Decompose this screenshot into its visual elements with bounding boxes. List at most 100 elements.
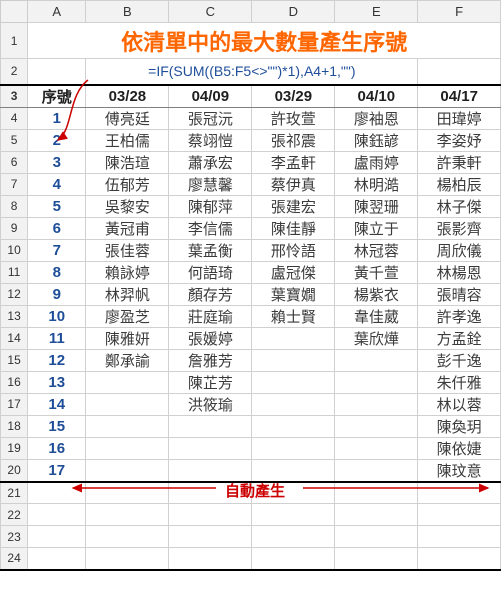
cell-seq[interactable]: 5 <box>28 195 86 217</box>
cell-name[interactable]: 葉寶嫺 <box>252 283 335 305</box>
cell-name[interactable]: 張祁震 <box>252 129 335 151</box>
formula-cell[interactable]: =IF(SUM((B5:F5<>"")*1),A4+1,"") <box>86 59 418 85</box>
cell-name[interactable]: 李信儒 <box>169 217 252 239</box>
row-header[interactable]: 6 <box>1 151 28 173</box>
cell-seq[interactable]: 15 <box>28 415 86 437</box>
cell-seq[interactable]: 1 <box>28 107 86 129</box>
row-header[interactable]: 5 <box>1 129 28 151</box>
row-header[interactable]: 11 <box>1 261 28 283</box>
col-header-C[interactable]: C <box>169 1 252 23</box>
cell-name[interactable]: 朱仟雅 <box>418 371 501 393</box>
cell[interactable] <box>86 548 169 570</box>
cell[interactable] <box>86 504 169 526</box>
cell-name[interactable] <box>335 349 418 371</box>
header-date[interactable]: 03/28 <box>86 85 169 108</box>
cell[interactable] <box>28 59 86 85</box>
cell-name[interactable]: 陳佳靜 <box>252 217 335 239</box>
cell-name[interactable] <box>252 371 335 393</box>
cell-name[interactable]: 陳雅妍 <box>86 327 169 349</box>
cell-name[interactable]: 方孟銓 <box>418 327 501 349</box>
cell-name[interactable] <box>335 393 418 415</box>
cell-seq[interactable]: 3 <box>28 151 86 173</box>
cell[interactable] <box>86 482 169 504</box>
cell-name[interactable]: 吳黎安 <box>86 195 169 217</box>
cell-name[interactable]: 張影齊 <box>418 217 501 239</box>
cell[interactable] <box>86 526 169 548</box>
row-header[interactable]: 12 <box>1 283 28 305</box>
cell-name[interactable]: 賴士賢 <box>252 305 335 327</box>
col-header-E[interactable]: E <box>335 1 418 23</box>
cell[interactable] <box>418 526 501 548</box>
row-header[interactable]: 1 <box>1 23 28 59</box>
cell-name[interactable]: 陳玟意 <box>418 459 501 482</box>
cell-name[interactable] <box>252 459 335 482</box>
cell-name[interactable]: 陳郁萍 <box>169 195 252 217</box>
cell-seq[interactable]: 10 <box>28 305 86 327</box>
cell-name[interactable]: 顏存芳 <box>169 283 252 305</box>
cell-name[interactable]: 陳立于 <box>335 217 418 239</box>
row-header[interactable]: 14 <box>1 327 28 349</box>
header-date[interactable]: 04/17 <box>418 85 501 108</box>
cell-seq[interactable]: 8 <box>28 261 86 283</box>
row-header[interactable]: 16 <box>1 371 28 393</box>
cell-name[interactable]: 楊紫衣 <box>335 283 418 305</box>
header-date[interactable]: 04/09 <box>169 85 252 108</box>
cell[interactable] <box>169 548 252 570</box>
row-header[interactable]: 18 <box>1 415 28 437</box>
cell-name[interactable] <box>335 437 418 459</box>
row-header[interactable]: 19 <box>1 437 28 459</box>
cell-name[interactable]: 伍郁芳 <box>86 173 169 195</box>
row-header[interactable]: 24 <box>1 548 28 570</box>
cell-name[interactable]: 周欣儀 <box>418 239 501 261</box>
cell[interactable] <box>335 526 418 548</box>
cell-name[interactable]: 洪筱瑜 <box>169 393 252 415</box>
cell-name[interactable] <box>335 371 418 393</box>
cell-name[interactable]: 王柏儒 <box>86 129 169 151</box>
row-header[interactable]: 17 <box>1 393 28 415</box>
cell-name[interactable]: 李姿妤 <box>418 129 501 151</box>
cell-name[interactable]: 林楊恩 <box>418 261 501 283</box>
cell-name[interactable]: 黃千萱 <box>335 261 418 283</box>
cell-name[interactable]: 廖袖恩 <box>335 107 418 129</box>
cell-name[interactable] <box>86 371 169 393</box>
cell-name[interactable]: 許孝逸 <box>418 305 501 327</box>
cell-name[interactable]: 林冠蓉 <box>335 239 418 261</box>
row-header[interactable]: 3 <box>1 85 28 108</box>
cell-name[interactable]: 李孟軒 <box>252 151 335 173</box>
cell-name[interactable]: 詹雅芳 <box>169 349 252 371</box>
col-header-A[interactable]: A <box>28 1 86 23</box>
title-cell[interactable]: 依清單中的最大數量產生序號 <box>28 23 501 59</box>
cell-name[interactable]: 許秉軒 <box>418 151 501 173</box>
row-header[interactable]: 13 <box>1 305 28 327</box>
cell-name[interactable]: 盧冠傑 <box>252 261 335 283</box>
cell-seq[interactable]: 13 <box>28 371 86 393</box>
cell-name[interactable] <box>86 459 169 482</box>
cell-name[interactable]: 楊柏辰 <box>418 173 501 195</box>
cell-name[interactable] <box>169 459 252 482</box>
cell-name[interactable]: 廖盈芝 <box>86 305 169 327</box>
cell-name[interactable]: 傅亮廷 <box>86 107 169 129</box>
cell-seq[interactable]: 4 <box>28 173 86 195</box>
cell-seq[interactable]: 17 <box>28 459 86 482</box>
cell-name[interactable] <box>252 415 335 437</box>
row-header[interactable]: 2 <box>1 59 28 85</box>
header-date[interactable]: 03/29 <box>252 85 335 108</box>
cell-name[interactable]: 張冠沅 <box>169 107 252 129</box>
cell-name[interactable]: 葉孟衡 <box>169 239 252 261</box>
cell-name[interactable]: 蔡伊真 <box>252 173 335 195</box>
cell[interactable] <box>335 482 418 504</box>
cell-name[interactable]: 鄭承諭 <box>86 349 169 371</box>
row-header[interactable]: 20 <box>1 459 28 482</box>
cell-name[interactable] <box>252 327 335 349</box>
row-header[interactable]: 9 <box>1 217 28 239</box>
cell-name[interactable] <box>86 437 169 459</box>
row-header[interactable]: 23 <box>1 526 28 548</box>
cell[interactable] <box>418 504 501 526</box>
cell-name[interactable] <box>86 393 169 415</box>
cell-seq[interactable]: 7 <box>28 239 86 261</box>
cell-name[interactable]: 田瑋婷 <box>418 107 501 129</box>
row-header[interactable]: 7 <box>1 173 28 195</box>
cell-name[interactable]: 張晴容 <box>418 283 501 305</box>
select-all-corner[interactable] <box>1 1 28 23</box>
col-header-B[interactable]: B <box>86 1 169 23</box>
